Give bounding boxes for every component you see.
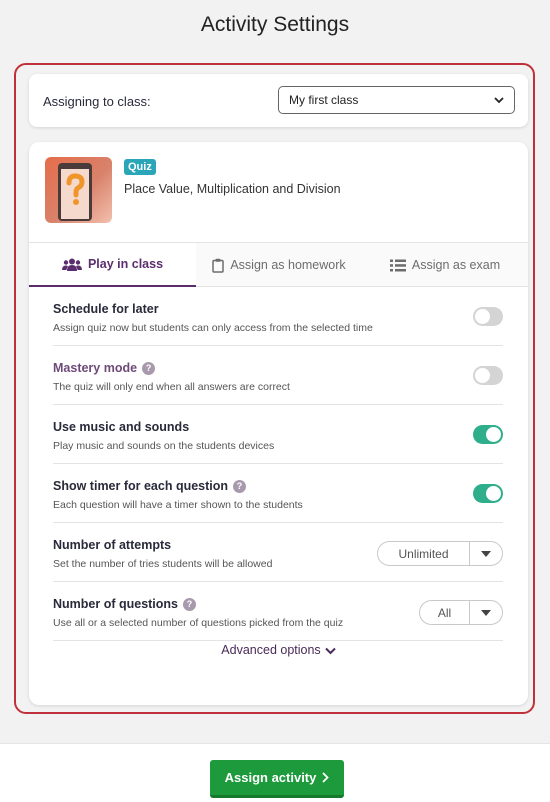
toggle-knob xyxy=(475,368,490,383)
settings-panel: Assigning to class: My first class Quiz … xyxy=(14,63,535,714)
toggle-knob xyxy=(486,427,501,442)
setting-description: Use all or a selected number of question… xyxy=(53,617,344,629)
help-icon[interactable]: ? xyxy=(183,597,197,611)
setting-number-of-attempts: Number of attempts Set the number of tri… xyxy=(53,523,503,582)
setting-title: Use music and sounds xyxy=(53,420,190,434)
quiz-thumbnail xyxy=(45,157,112,223)
questions-value: All xyxy=(420,601,470,624)
schedule-for-later-toggle[interactable] xyxy=(473,307,503,326)
questions-dropdown[interactable]: All xyxy=(419,600,503,625)
tab-assign-as-exam[interactable]: Assign as exam xyxy=(362,243,528,287)
tab-play-in-class[interactable]: Play in class xyxy=(29,243,196,287)
settings-list: Schedule for later Assign quiz now but s… xyxy=(53,287,503,641)
activity-card: Quiz Place Value, Multiplication and Div… xyxy=(29,142,528,705)
setting-title: Mastery mode xyxy=(53,361,138,375)
tab-label: Assign as exam xyxy=(411,258,501,272)
question-phone-icon xyxy=(58,163,92,221)
toggle-knob xyxy=(486,486,501,501)
tab-label: Play in class xyxy=(87,257,164,271)
advanced-options-toggle[interactable]: Advanced options xyxy=(29,643,528,657)
list-icon xyxy=(389,259,406,271)
setting-description: Set the number of tries students will be… xyxy=(53,558,273,570)
setting-title: Schedule for later xyxy=(53,302,159,316)
toggle-knob xyxy=(475,309,490,324)
setting-title: Number of attempts xyxy=(53,538,172,552)
quiz-title: Place Value, Multiplication and Division xyxy=(124,182,341,196)
footer-bar: Assign activity xyxy=(0,743,550,802)
class-select[interactable]: My first class xyxy=(278,86,515,114)
tab-label: Assign as homework xyxy=(230,258,346,272)
assign-activity-label: Assign activity xyxy=(224,770,317,785)
setting-description: Play music and sounds on the students de… xyxy=(53,440,275,452)
tab-bar: Play in class Assign as homework Assign … xyxy=(29,242,528,287)
class-select-value: My first class xyxy=(289,93,359,107)
caret-down-icon xyxy=(481,550,491,557)
show-timer-toggle[interactable] xyxy=(473,484,503,503)
setting-description: The quiz will only end when all answers … xyxy=(53,381,290,393)
assign-activity-button[interactable]: Assign activity xyxy=(210,760,344,798)
caret-down-icon xyxy=(481,609,491,616)
attempts-dropdown[interactable]: Unlimited xyxy=(377,541,503,566)
page-title: Activity Settings xyxy=(200,13,350,36)
mastery-mode-toggle[interactable] xyxy=(473,366,503,385)
setting-show-timer: Show timer for each question? Each quest… xyxy=(53,464,503,523)
setting-title: Number of questions xyxy=(53,597,179,611)
music-and-sounds-toggle[interactable] xyxy=(473,425,503,444)
setting-music-and-sounds: Use music and sounds Play music and soun… xyxy=(53,405,503,464)
quiz-badge: Quiz xyxy=(124,159,156,175)
class-picker-card: Assigning to class: My first class xyxy=(29,74,528,127)
setting-number-of-questions: Number of questions? Use all or a select… xyxy=(53,582,503,641)
setting-mastery-mode: Mastery mode? The quiz will only end whe… xyxy=(53,346,503,405)
users-icon xyxy=(61,258,82,271)
setting-schedule-for-later: Schedule for later Assign quiz now but s… xyxy=(53,287,503,346)
chevron-down-icon xyxy=(324,647,336,655)
chevron-right-icon xyxy=(322,772,330,783)
class-picker-label: Assigning to class: xyxy=(43,94,151,109)
help-icon[interactable]: ? xyxy=(233,479,247,493)
setting-description: Each question will have a timer shown to… xyxy=(53,499,303,511)
chevron-down-icon xyxy=(494,97,504,104)
setting-description: Assign quiz now but students can only ac… xyxy=(53,322,373,334)
help-icon[interactable]: ? xyxy=(142,361,156,375)
tab-assign-as-homework[interactable]: Assign as homework xyxy=(196,243,362,287)
clipboard-icon xyxy=(212,258,225,273)
advanced-options-label: Advanced options xyxy=(221,643,321,657)
attempts-value: Unlimited xyxy=(378,542,470,565)
setting-title: Show timer for each question xyxy=(53,479,229,493)
